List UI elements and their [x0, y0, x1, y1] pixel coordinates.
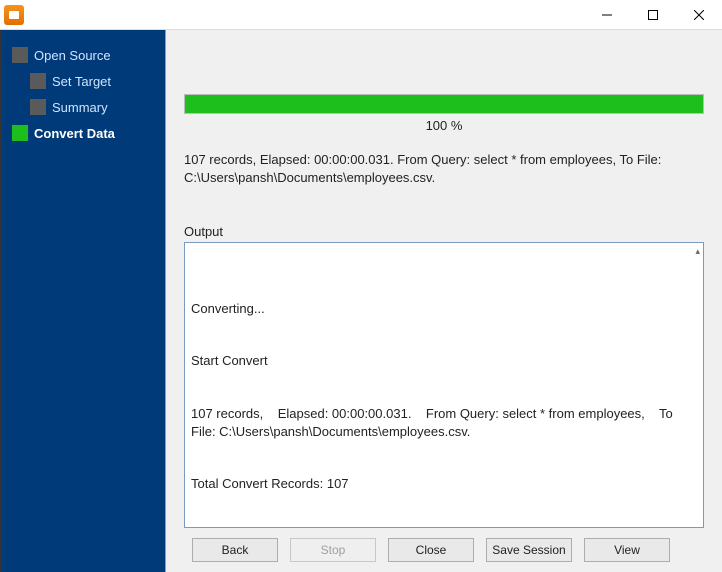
output-textarea[interactable]: ▴ Converting... Start Convert 107 record…	[184, 242, 704, 528]
wizard-sidebar: Open Source Set Target Summary Convert D…	[0, 30, 165, 572]
sidebar-item-convert-data[interactable]: Convert Data	[2, 120, 165, 146]
view-button[interactable]: View	[584, 538, 670, 562]
content-panel: 100 % 107 records, Elapsed: 00:00:00.031…	[165, 30, 722, 572]
step-icon	[12, 125, 28, 141]
titlebar	[0, 0, 722, 30]
output-line: Converting...	[191, 300, 697, 318]
output-label: Output	[184, 224, 704, 239]
sidebar-item-label: Set Target	[52, 74, 111, 89]
close-button[interactable]	[676, 0, 722, 29]
output-line: Start Convert	[191, 352, 697, 370]
status-text: 107 records, Elapsed: 00:00:00.031. From…	[184, 151, 704, 186]
sidebar-item-label: Open Source	[34, 48, 111, 63]
output-line: 107 records, Elapsed: 00:00:00.031. From…	[191, 405, 697, 440]
step-icon	[30, 99, 46, 115]
sidebar-item-open-source[interactable]: Open Source	[2, 42, 165, 68]
progress-bar	[184, 94, 704, 114]
sidebar-item-label: Convert Data	[34, 126, 115, 141]
save-session-button[interactable]: Save Session	[486, 538, 572, 562]
close-wizard-button[interactable]: Close	[388, 538, 474, 562]
stop-button: Stop	[290, 538, 376, 562]
scroll-up-icon[interactable]: ▴	[695, 245, 700, 257]
output-line: Total Convert Records: 107	[191, 475, 697, 493]
back-button[interactable]: Back	[192, 538, 278, 562]
sidebar-item-set-target[interactable]: Set Target	[2, 68, 165, 94]
progress-percent-label: 100 %	[184, 118, 704, 133]
sidebar-item-summary[interactable]: Summary	[2, 94, 165, 120]
progress-fill	[185, 95, 703, 113]
minimize-button[interactable]	[584, 0, 630, 29]
maximize-button[interactable]	[630, 0, 676, 29]
sidebar-item-label: Summary	[52, 100, 108, 115]
step-icon	[30, 73, 46, 89]
app-icon	[4, 5, 24, 25]
step-icon	[12, 47, 28, 63]
button-row: Back Stop Close Save Session View	[184, 538, 704, 562]
